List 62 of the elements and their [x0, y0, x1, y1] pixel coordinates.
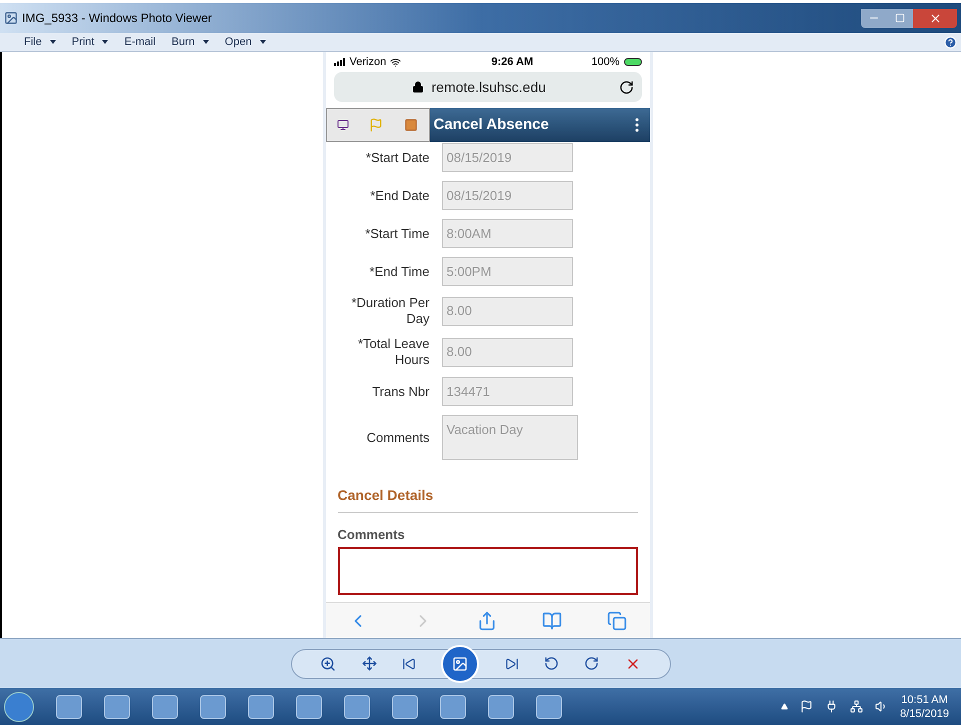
zoom-icon[interactable]	[320, 656, 336, 672]
url-text: remote.lsuhsc.edu	[432, 78, 546, 96]
input-field[interactable]: 08/15/2019	[442, 181, 572, 210]
input-field[interactable]: 134471	[442, 377, 572, 406]
comments-label: Comments	[338, 526, 406, 544]
previous-icon[interactable]	[402, 656, 416, 670]
help-icon[interactable]	[944, 36, 957, 48]
rotate-right-icon[interactable]	[584, 656, 600, 671]
maximize-icon	[895, 13, 905, 23]
field-label: *Total Leave Hours	[356, 336, 430, 368]
field-label: Trans Nbr	[371, 384, 430, 400]
clock-time: 10:51 AM	[901, 692, 948, 706]
section-title: Cancel Details	[338, 487, 434, 503]
input-field[interactable]: 8.00	[442, 296, 572, 326]
wifi-icon	[390, 56, 402, 68]
field-label: *Start Date	[364, 150, 430, 166]
status-time: 9:26 AM	[490, 54, 534, 70]
page-title: Cancel Absence	[434, 114, 549, 135]
minimize-button[interactable]	[861, 8, 887, 28]
reload-icon[interactable]	[618, 80, 634, 94]
field-label: Comments	[366, 430, 430, 446]
caret-icon	[50, 40, 56, 44]
close-icon	[928, 12, 942, 24]
input-field[interactable]: 8:00AM	[442, 219, 572, 248]
bookmarks-icon[interactable]	[542, 610, 562, 630]
menu-item[interactable]: Burn	[172, 34, 209, 50]
caret-icon	[260, 40, 266, 44]
field-label: *End Time	[368, 264, 430, 280]
flag-icon[interactable]	[800, 700, 814, 713]
lock-icon	[412, 81, 424, 93]
address-bar[interactable]: remote.lsuhsc.edu	[334, 72, 642, 102]
rotate-left-icon[interactable]	[544, 656, 560, 671]
input-field[interactable]: 08/15/2019	[442, 143, 572, 172]
field-label: *Duration Per Day	[350, 295, 430, 327]
input-field[interactable]: 8.00	[442, 338, 572, 366]
caret-icon	[202, 40, 209, 44]
share-icon[interactable]	[477, 610, 498, 630]
slideshow-button[interactable]	[441, 644, 480, 682]
cancel-comments-field[interactable]	[338, 546, 638, 594]
battery-icon	[624, 58, 642, 66]
start-button[interactable]	[4, 692, 34, 722]
menu-item[interactable]: File	[24, 34, 56, 50]
comments-field[interactable]: Vacation Day	[442, 415, 578, 460]
menu-item[interactable]: E-mail	[124, 34, 156, 50]
window-title: IMG_5933 - Windows Photo Viewer	[22, 10, 212, 27]
next-icon[interactable]	[504, 656, 519, 670]
maximize-button[interactable]	[887, 8, 913, 28]
menu-item[interactable]: Print	[72, 34, 108, 50]
carrier: Verizon	[350, 54, 386, 70]
network-icon[interactable]	[850, 700, 864, 713]
signal-icon	[334, 58, 346, 66]
battery-percent: 100%	[591, 54, 620, 70]
menu-item[interactable]: Open	[224, 34, 266, 50]
tabs-icon[interactable]	[607, 610, 628, 630]
caret-icon	[102, 40, 108, 44]
field-label: *End Date	[369, 188, 430, 204]
close-button[interactable]	[913, 8, 957, 28]
clock-date: 8/15/2019	[900, 706, 949, 720]
field-label: *Start Time	[364, 226, 430, 242]
input-field[interactable]: 5:00PM	[442, 257, 572, 286]
show-hidden-icon[interactable]	[781, 703, 788, 710]
app-icon	[4, 11, 18, 25]
